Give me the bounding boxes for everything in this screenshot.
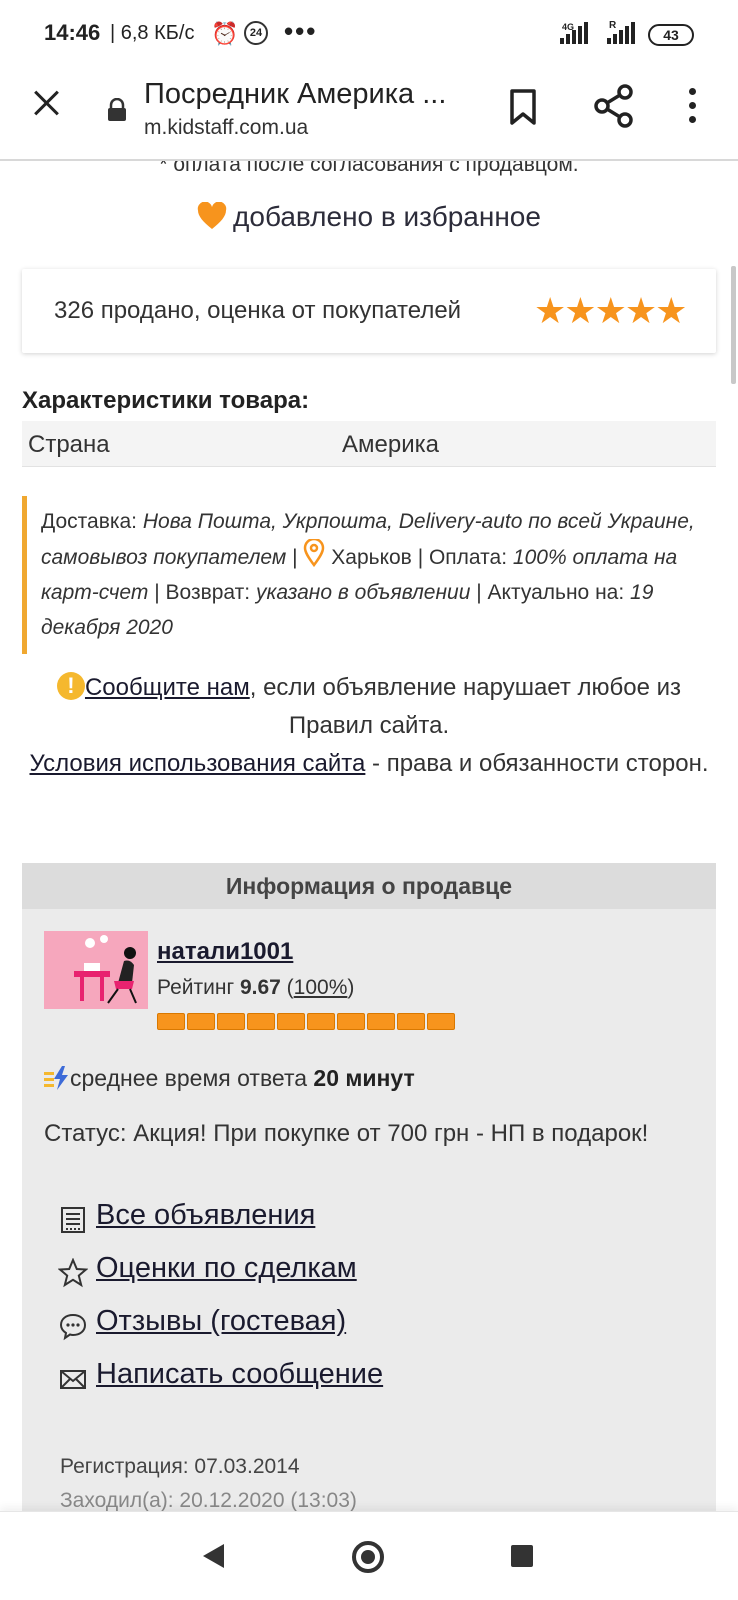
battery-level: 43 (663, 27, 679, 43)
specs-title: Характеристики товара: (22, 387, 310, 414)
rating-bar-segment (157, 1013, 185, 1030)
rating-bar-segment (337, 1013, 365, 1030)
city: Харьков (331, 546, 412, 569)
rating-percent-link[interactable]: 100% (294, 976, 348, 999)
heart-icon (197, 201, 227, 229)
separator: | (292, 546, 298, 569)
close-icon[interactable] (30, 86, 64, 120)
seller-rating: Рейтинг 9.67 (100%) (157, 976, 355, 999)
seller-status: Статус: Акция! При покупке от 700 грн - … (44, 1120, 649, 1147)
payment-note: * оплата после согласования с продавцом. (159, 161, 579, 176)
page-content: * оплата после согласования с продавцом.… (0, 161, 738, 1511)
actual-label: | Актуально на: (476, 581, 625, 604)
rating-label: Рейтинг (157, 976, 235, 999)
signal-strength-icon (607, 22, 637, 44)
report-link[interactable]: Сообщите нам (85, 674, 250, 701)
lightning-icon (44, 1066, 68, 1090)
rating-bar-segment (277, 1013, 305, 1030)
listing-icon (61, 1207, 85, 1233)
avatar-image (44, 931, 148, 1009)
scrollbar-thumb[interactable] (731, 266, 736, 384)
status-bar: 14:46 | 6,8 КБ/с ⏰ 24 ••• 4G R 43 (0, 0, 738, 66)
report-text: , если объявление нарушает любое из Прав… (249, 674, 682, 739)
star-icon: ★ (534, 290, 566, 331)
star-outline-icon (58, 1258, 88, 1288)
share-icon[interactable] (594, 84, 634, 128)
rating-stars: ★★★★★ (534, 290, 687, 331)
report-block: ! Сообщите нам, если объявление нарушает … (22, 669, 716, 783)
location-pin-icon (304, 539, 325, 567)
page-url[interactable]: m.kidstaff.com.ua (144, 116, 308, 140)
favorite-status[interactable]: добавлено в избранное (0, 201, 738, 233)
star-icon: ★ (655, 290, 687, 331)
terms-text: - права и обязанности сторон. (365, 750, 709, 777)
battery-icon: 43 (648, 24, 694, 46)
status-time: 14:46 (44, 20, 101, 45)
write-message-link[interactable]: Написать сообщение (96, 1358, 383, 1391)
seller-rating-card: 326 продано, оценка от покупателей ★★★★★ (22, 269, 716, 353)
rating-bar-segment (217, 1013, 245, 1030)
return-label: | Возврат: (154, 581, 251, 604)
guest-reviews-link[interactable]: Отзывы (гостевая) (96, 1305, 346, 1338)
home-icon[interactable] (352, 1541, 384, 1573)
return-policy: указано в объявлении (255, 581, 471, 604)
lock-icon (108, 98, 126, 121)
spec-row: Страна Америка (22, 421, 716, 467)
delivery-label: Доставка: (41, 510, 138, 533)
delivery-info: Доставка: Нова Пошта, Укрпошта, Delivery… (22, 496, 716, 654)
response-time: среднее время ответа 20 минут (44, 1065, 415, 1092)
chat-icon (59, 1313, 87, 1341)
spec-value: Америка (342, 431, 439, 458)
response-label: среднее время ответа (70, 1065, 308, 1091)
notification-24-icon: 24 (244, 21, 268, 45)
status-net-speed: | 6,8 КБ/с (110, 22, 195, 44)
rating-bar-segment (187, 1013, 215, 1030)
seller-info-header: Информация о продавце (22, 863, 716, 909)
more-notifications-icon: ••• (284, 16, 318, 46)
rating-bar (157, 1013, 455, 1031)
rating-summary: 326 продано, оценка от покупателей (54, 297, 462, 324)
payment-label: | Оплата: (417, 546, 508, 569)
deal-ratings-link[interactable]: Оценки по сделкам (96, 1252, 357, 1285)
terms-link[interactable]: Условия использования сайта (30, 750, 366, 777)
system-navigation-bar (0, 1511, 738, 1600)
seller-name-link[interactable]: натали1001 (157, 938, 293, 966)
star-icon: ★ (594, 290, 627, 331)
page-title[interactable]: Посредник Америка ... (144, 78, 464, 111)
envelope-icon (60, 1370, 86, 1389)
all-listings-link[interactable]: Все объявления (96, 1199, 315, 1232)
favorite-label: добавлено в избранное (233, 201, 541, 232)
browser-toolbar: Посредник Америка ... m.kidstaff.com.ua (0, 66, 738, 161)
seller-info-panel: Информация о продавце натали1001 Рейтинг… (22, 863, 716, 1511)
overflow-menu-icon[interactable] (687, 88, 697, 124)
rating-bar-segment (307, 1013, 335, 1030)
alarm-icon: ⏰ (211, 21, 239, 46)
rating-bar-segment (397, 1013, 425, 1030)
rating-value: 9.67 (239, 976, 281, 999)
last-visit: Заходил(а): 20.12.2020 (13:03) (60, 1489, 357, 1511)
rating-bar-segment (247, 1013, 275, 1030)
rating-bar-segment (367, 1013, 395, 1030)
spec-key: Страна (28, 431, 110, 458)
back-icon[interactable] (200, 1542, 226, 1570)
star-icon: ★ (564, 290, 596, 331)
recent-apps-icon[interactable] (511, 1545, 533, 1567)
rating-bar-segment (427, 1013, 455, 1030)
response-value: 20 минут (313, 1065, 415, 1091)
signal-strength-icon (560, 22, 590, 44)
bookmark-icon[interactable] (508, 88, 538, 126)
warning-icon: ! (56, 672, 85, 700)
registration-date: Регистрация: 07.03.2014 (60, 1455, 300, 1478)
star-icon: ★ (624, 290, 657, 331)
avatar[interactable] (44, 931, 148, 1009)
